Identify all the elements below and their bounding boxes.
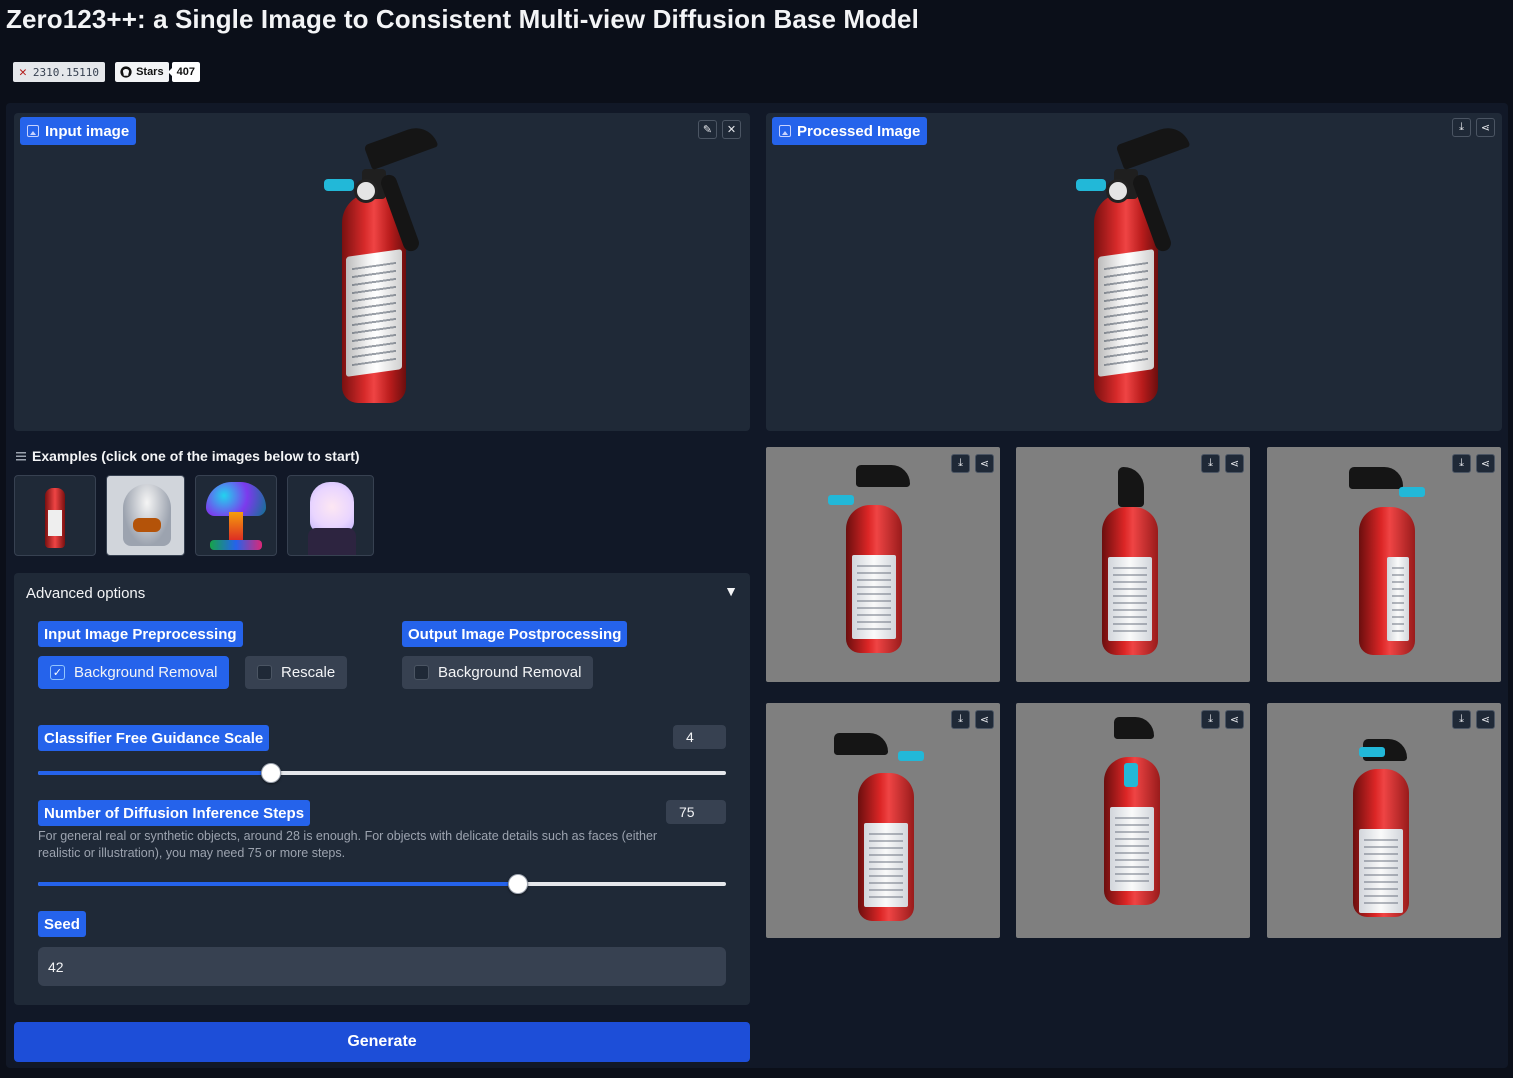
checkbox-icon bbox=[257, 665, 272, 680]
processed-image bbox=[1076, 121, 1204, 423]
input-bg-removal-checkbox[interactable]: ✓ Background Removal bbox=[38, 656, 230, 689]
github-stars-label: Stars bbox=[115, 62, 169, 82]
output-view-6: ⤓ ⋖ bbox=[1267, 703, 1501, 938]
rescale-checkbox[interactable]: Rescale bbox=[245, 656, 348, 689]
share-icon[interactable]: ⋖ bbox=[975, 710, 994, 729]
steps-slider-thumb[interactable] bbox=[508, 874, 529, 894]
github-stars-badge[interactable]: Stars 407 bbox=[115, 62, 200, 82]
output-postprocessing-label: Output Image Postprocessing bbox=[402, 621, 628, 647]
app-container: Input image ✎ ✕ Processed Image ⤓ ⋖ ⤓ ⋖ … bbox=[6, 103, 1508, 1068]
github-icon bbox=[120, 66, 132, 78]
steps-slider-fill bbox=[38, 882, 519, 886]
close-icon[interactable]: ✕ bbox=[722, 120, 741, 139]
download-icon[interactable]: ⤓ bbox=[1452, 454, 1471, 473]
edit-icon[interactable]: ✎ bbox=[698, 120, 717, 139]
share-icon[interactable]: ⋖ bbox=[1476, 118, 1495, 137]
examples-heading: Examples (click one of the images below … bbox=[16, 448, 360, 464]
example-fire-extinguisher[interactable] bbox=[14, 475, 96, 556]
cfg-slider-thumb[interactable] bbox=[260, 763, 281, 783]
output-bg-removal-checkbox[interactable]: Background Removal bbox=[402, 656, 594, 689]
input-preprocessing-label: Input Image Preprocessing bbox=[38, 621, 243, 647]
output-view-5: ⤓ ⋖ bbox=[1016, 703, 1250, 938]
processed-image-label: Processed Image bbox=[772, 117, 928, 145]
image-icon bbox=[27, 125, 39, 137]
output-view-1: ⤓ ⋖ bbox=[766, 447, 1000, 682]
image-icon bbox=[779, 125, 791, 137]
cfg-scale-input[interactable]: 4 bbox=[673, 725, 726, 749]
examples-gallery bbox=[14, 475, 374, 556]
arxiv-id: 2310.15110 bbox=[32, 65, 100, 79]
example-ghost-burger[interactable] bbox=[106, 475, 185, 556]
inference-steps-input[interactable]: 75 bbox=[666, 800, 726, 824]
input-image-panel[interactable]: Input image ✎ ✕ bbox=[14, 113, 750, 431]
advanced-options-panel: Advanced options ▼ Input Image Preproces… bbox=[14, 573, 750, 1005]
advanced-options-toggle[interactable]: Advanced options bbox=[26, 585, 145, 602]
cfg-slider-fill bbox=[38, 771, 271, 775]
input-image bbox=[324, 121, 452, 423]
badge-row: ✕ 2310.15110 Stars 407 bbox=[13, 62, 200, 82]
cfg-scale-slider[interactable] bbox=[38, 763, 726, 783]
output-view-2: ⤓ ⋖ bbox=[1016, 447, 1250, 682]
arxiv-icon: ✕ bbox=[19, 64, 27, 80]
download-icon[interactable]: ⤓ bbox=[1201, 710, 1220, 729]
inference-steps-slider[interactable] bbox=[38, 874, 726, 894]
output-view-3: ⤓ ⋖ bbox=[1267, 447, 1501, 682]
page-title: Zero123++: a Single Image to Consistent … bbox=[6, 4, 919, 34]
generate-button[interactable]: Generate bbox=[14, 1022, 750, 1062]
download-icon[interactable]: ⤓ bbox=[951, 454, 970, 473]
download-icon[interactable]: ⤓ bbox=[1201, 454, 1220, 473]
share-icon[interactable]: ⋖ bbox=[1476, 454, 1495, 473]
list-icon bbox=[16, 451, 26, 461]
checkbox-icon bbox=[414, 665, 429, 680]
seed-label: Seed bbox=[38, 911, 86, 937]
output-view-4: ⤓ ⋖ bbox=[766, 703, 1000, 938]
caret-down-icon[interactable]: ▼ bbox=[724, 583, 738, 599]
processed-image-panel: Processed Image ⤓ ⋖ bbox=[766, 113, 1502, 431]
arxiv-badge[interactable]: ✕ 2310.15110 bbox=[13, 62, 106, 82]
share-icon[interactable]: ⋖ bbox=[975, 454, 994, 473]
seed-input[interactable]: 42 bbox=[38, 947, 726, 986]
example-anime-girl[interactable] bbox=[287, 475, 374, 556]
inference-steps-info: For general real or synthetic objects, a… bbox=[38, 829, 658, 860]
download-icon[interactable]: ⤓ bbox=[951, 710, 970, 729]
cfg-scale-label: Classifier Free Guidance Scale bbox=[38, 725, 270, 751]
download-icon[interactable]: ⤓ bbox=[1452, 710, 1471, 729]
share-icon[interactable]: ⋖ bbox=[1225, 454, 1244, 473]
example-mushroom[interactable] bbox=[195, 475, 277, 556]
share-icon[interactable]: ⋖ bbox=[1476, 710, 1495, 729]
github-stars-count: 407 bbox=[167, 62, 200, 82]
input-image-label: Input image bbox=[20, 117, 137, 145]
check-icon: ✓ bbox=[50, 665, 65, 680]
inference-steps-label: Number of Diffusion Inference Steps bbox=[38, 800, 311, 826]
share-icon[interactable]: ⋖ bbox=[1225, 710, 1244, 729]
download-icon[interactable]: ⤓ bbox=[1452, 118, 1471, 137]
